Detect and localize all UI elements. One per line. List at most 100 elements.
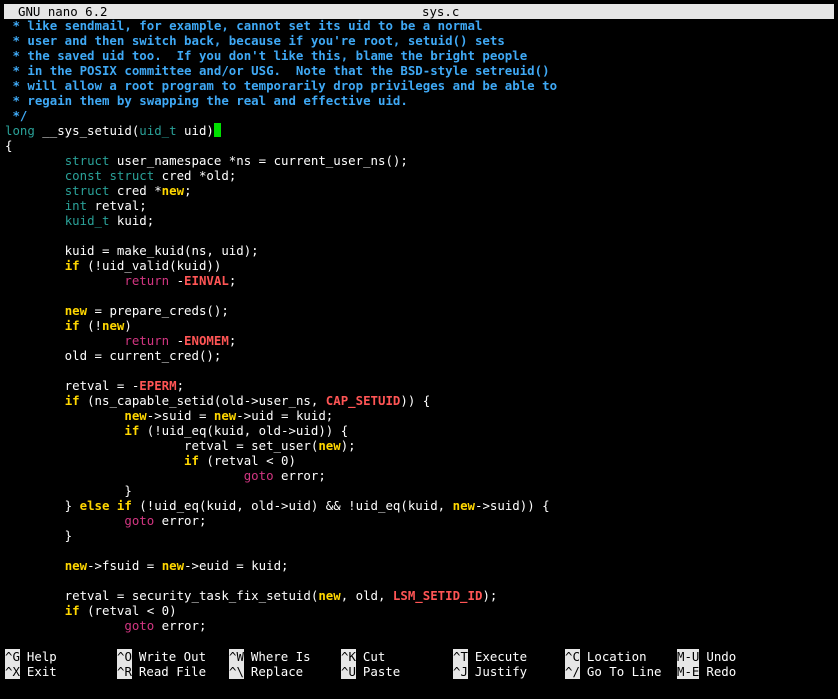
code-line[interactable]: long __sys_setuid(uid_t uid) [5, 123, 835, 138]
code-line[interactable]: old = current_cred(); [5, 348, 835, 363]
shortcut-label: Redo [706, 664, 737, 679]
code-line[interactable]: if (!uid_valid(kuid)) [5, 258, 835, 273]
code-token: if [64, 603, 80, 618]
code-token: __sys_setuid( [34, 123, 140, 138]
code-line[interactable]: const struct cred *old; [5, 168, 835, 183]
code-line[interactable]: if (!uid_eq(kuid, old->uid)) { [5, 423, 835, 438]
shortcut-label: Where Is [250, 649, 311, 664]
code-line[interactable]: } else if (!uid_eq(kuid, old->uid) && !u… [5, 498, 835, 513]
code-line[interactable]: new = prepare_creds(); [5, 303, 835, 318]
code-line[interactable]: * in the POSIX committee and/or USG. Not… [5, 63, 835, 78]
code-line[interactable]: struct user_namespace *ns = current_user… [5, 153, 835, 168]
shortcut-item[interactable]: ^U Paste [341, 664, 400, 679]
shortcut-item[interactable]: ^W Where Is [229, 649, 311, 664]
code-line[interactable]: * the saved uid too. If you don't like t… [5, 48, 835, 63]
app-title: GNU nano 6.2 [18, 4, 108, 19]
shortcut-item[interactable]: ^K Cut [341, 649, 385, 664]
code-token: = prepare_creds(); [87, 303, 229, 318]
shortcut-item[interactable]: ^G Help [5, 649, 57, 664]
shortcut-item[interactable]: M-E Redo [677, 664, 736, 679]
shortcut-item[interactable]: ^X Exit [5, 664, 57, 679]
code-token: goto [243, 468, 274, 483]
shortcut-label: Exit [26, 664, 57, 679]
code-token: CAP_SETUID [325, 393, 401, 408]
code-token: new [161, 183, 185, 198]
code-line[interactable]: } [5, 483, 835, 498]
code-line[interactable]: if (retval < 0) [5, 603, 835, 618]
shortcut-item[interactable]: M-U Undo [677, 649, 736, 664]
code-line[interactable]: goto error; [5, 618, 835, 633]
code-line[interactable]: goto error; [5, 468, 835, 483]
code-line[interactable]: struct cred *new; [5, 183, 835, 198]
code-line[interactable] [5, 288, 835, 303]
code-token: - [169, 333, 185, 348]
shortcut-label: Write Out [138, 649, 207, 664]
code-token: * the saved uid too. If you don't like t… [5, 48, 528, 63]
code-line[interactable]: kuid_t kuid; [5, 213, 835, 228]
shortcut-label: Location [586, 649, 647, 664]
code-line[interactable]: */ [5, 108, 835, 123]
shortcut-key: ^J [453, 664, 468, 679]
code-token: error; [154, 618, 207, 633]
code-token: int [64, 198, 88, 213]
shortcut-key: ^/ [565, 664, 580, 679]
code-line[interactable]: * like sendmail, for example, cannot set… [5, 18, 835, 33]
code-editor[interactable]: * like sendmail, for example, cannot set… [5, 18, 835, 633]
code-token: new [64, 558, 88, 573]
code-token: (! [79, 318, 102, 333]
code-line[interactable]: kuid = make_kuid(ns, uid); [5, 243, 835, 258]
shortcut-item[interactable]: ^\ Replace [229, 664, 303, 679]
code-token: ); [482, 588, 498, 603]
code-token: ; [176, 378, 185, 393]
code-token: goto [124, 618, 155, 633]
code-line[interactable]: * regain them by swapping the real and e… [5, 93, 835, 108]
shortcut-item[interactable]: ^O Write Out [117, 649, 206, 664]
code-line[interactable]: } [5, 528, 835, 543]
shortcut-item[interactable]: ^R Read File [117, 664, 206, 679]
code-line[interactable]: retval = -EPERM; [5, 378, 835, 393]
code-line[interactable] [5, 363, 835, 378]
code-line[interactable]: retval = set_user(new); [5, 438, 835, 453]
shortcut-item[interactable]: ^/ Go To Line [565, 664, 662, 679]
code-line[interactable]: int retval; [5, 198, 835, 213]
code-line[interactable]: * user and then switch back, because if … [5, 33, 835, 48]
shortcut-item[interactable]: ^C Location [565, 649, 647, 664]
shortcut-key: ^U [341, 664, 356, 679]
code-token: ->euid = kuid; [184, 558, 289, 573]
code-line[interactable] [5, 228, 835, 243]
code-token: if [184, 453, 199, 468]
shortcut-key: ^G [5, 649, 20, 664]
code-line[interactable]: goto error; [5, 513, 835, 528]
shortcut-item[interactable]: ^J Justify [453, 664, 527, 679]
terminal-window: GNU nano 6.2 sys.c * like sendmail, for … [0, 0, 838, 699]
code-line[interactable]: new->fsuid = new->euid = kuid; [5, 558, 835, 573]
code-token: if [124, 423, 140, 438]
code-token: if [64, 258, 80, 273]
code-line[interactable] [5, 543, 835, 558]
code-line[interactable]: return -ENOMEM; [5, 333, 835, 348]
code-line[interactable]: if (!new) [5, 318, 835, 333]
code-token: * will allow a root program to temporari… [5, 78, 558, 93]
code-line[interactable] [5, 573, 835, 588]
shortcut-key: ^X [5, 664, 20, 679]
code-token: (!uid_valid(kuid)) [79, 258, 222, 273]
code-line[interactable]: * will allow a root program to temporari… [5, 78, 835, 93]
code-line[interactable]: return -EINVAL; [5, 273, 835, 288]
code-token: kuid_t [64, 213, 110, 228]
code-line[interactable]: if (retval < 0) [5, 453, 835, 468]
code-token: LSM_SETID_ID [392, 588, 483, 603]
shortcut-item[interactable]: ^T Execute [453, 649, 527, 664]
code-line[interactable]: { [5, 138, 835, 153]
code-token: (!uid_eq(kuid, old->uid) && !uid_eq(kuid… [131, 498, 453, 513]
code-line[interactable]: if (ns_capable_setid(old->user_ns, CAP_S… [5, 393, 835, 408]
code-line[interactable]: retval = security_task_fix_setuid(new, o… [5, 588, 835, 603]
code-line[interactable]: new->suid = new->uid = kuid; [5, 408, 835, 423]
